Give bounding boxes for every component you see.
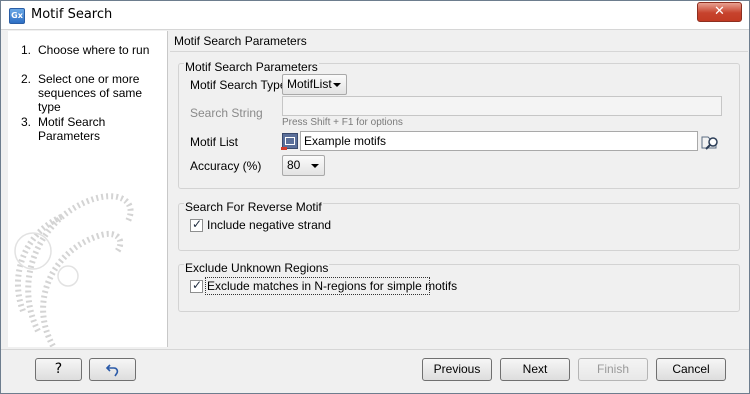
focus-indicator xyxy=(205,277,430,295)
motif-list-type-icon-glyph xyxy=(285,137,295,145)
motif-search-dialog: Gx Motif Search ✕ 1. Choose where to run… xyxy=(0,0,750,394)
step-label: Select one or more sequences of same typ… xyxy=(38,72,143,114)
exclude-n-regions-checkbox[interactable]: ✓ xyxy=(190,278,203,293)
parameters-panel: Motif Search Parameters Motif Search Par… xyxy=(170,31,748,349)
help-button[interactable]: ? xyxy=(35,358,82,381)
accuracy-value: 80 xyxy=(287,158,301,172)
motif-parameters-group: Motif Search Parameters Motif Search Typ… xyxy=(178,60,740,189)
next-button[interactable]: Next xyxy=(500,358,570,381)
chevron-down-icon xyxy=(311,164,319,168)
reset-arrow-icon xyxy=(105,364,118,377)
motif-list-label: Motif List xyxy=(190,135,239,149)
motif-search-type-select[interactable]: MotifList xyxy=(282,74,347,95)
checkmark-icon: ✓ xyxy=(192,278,203,292)
accuracy-select[interactable]: 80 xyxy=(282,155,325,176)
motif-search-type-label: Motif Search Type xyxy=(190,78,287,92)
close-button[interactable]: ✕ xyxy=(697,2,742,22)
step-number: 1. xyxy=(21,43,32,57)
include-negative-strand-label[interactable]: Include negative strand xyxy=(207,218,331,232)
page-title: Motif Search Parameters xyxy=(174,34,307,48)
search-string-input[interactable] xyxy=(282,96,722,116)
step-label: Motif Search Parameters xyxy=(38,115,106,143)
cancel-button[interactable]: Cancel xyxy=(656,358,726,381)
finish-button[interactable]: Finish xyxy=(578,358,648,381)
unknown-regions-group: Exclude Unknown Regions ✓ Exclude matche… xyxy=(178,261,740,312)
search-string-hint: Press Shift + F1 for options xyxy=(282,117,403,128)
step-number: 2. xyxy=(21,72,32,86)
wizard-steps-panel: 1. Choose where to run 2. Select one or … xyxy=(8,31,168,347)
include-negative-strand-checkbox[interactable]: ✓ xyxy=(190,217,203,232)
group-title: Motif Search Parameters xyxy=(184,60,319,74)
step-label: Choose where to run xyxy=(38,43,150,57)
title-bar: Gx Motif Search ✕ xyxy=(1,1,749,30)
group-title: Exclude Unknown Regions xyxy=(184,261,330,275)
search-string-label: Search String xyxy=(190,106,263,120)
group-title: Search For Reverse Motif xyxy=(184,200,323,214)
motif-list-field[interactable]: Example motifs xyxy=(300,131,698,151)
decorative-dna-swirl-icon xyxy=(14,193,134,347)
reverse-motif-group: Search For Reverse Motif ✓ Include negat… xyxy=(178,200,740,251)
previous-button[interactable]: Previous xyxy=(422,358,492,381)
motif-list-type-icon-mark xyxy=(281,147,287,150)
divider xyxy=(1,349,749,350)
motif-list-type-icon xyxy=(281,133,298,150)
step-number: 3. xyxy=(21,115,32,129)
motif-search-type-value: MotifList xyxy=(287,77,332,91)
browse-search-icon[interactable] xyxy=(701,133,721,151)
checkmark-icon: ✓ xyxy=(192,217,203,231)
window-title: Motif Search xyxy=(31,7,113,22)
accuracy-label: Accuracy (%) xyxy=(190,159,262,173)
app-logo-icon: Gx xyxy=(9,8,25,24)
chevron-down-icon xyxy=(333,83,341,87)
divider xyxy=(170,51,748,52)
reset-button[interactable] xyxy=(89,358,136,381)
